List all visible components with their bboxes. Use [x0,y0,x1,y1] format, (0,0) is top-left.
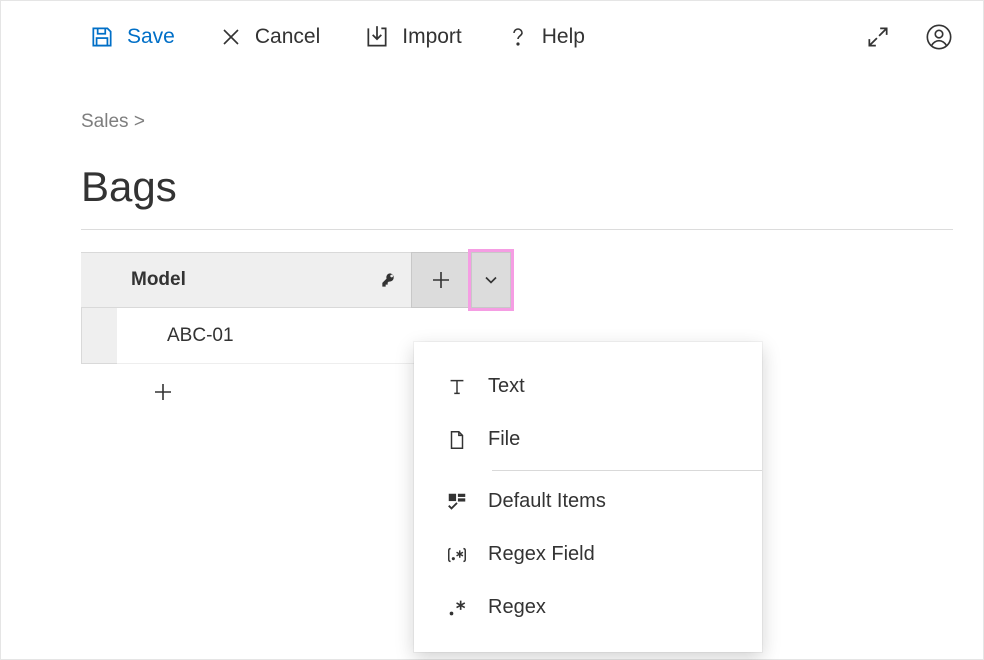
menu-item-label: Regex [488,596,546,619]
menu-item-label: Text [488,375,525,398]
close-icon [219,25,243,49]
column-type-menu: Text File Default Items [414,342,762,652]
user-icon[interactable] [925,23,953,51]
save-label: Save [127,25,175,49]
menu-item-file[interactable]: File [414,413,762,466]
menu-item-label: Regex Field [488,543,595,566]
menu-item-text[interactable]: Text [414,360,762,413]
page-title: Bags [81,163,953,230]
regex-icon [444,597,470,619]
import-label: Import [402,25,462,49]
expand-icon[interactable] [865,24,891,50]
menu-item-label: Default Items [488,490,606,513]
table-cell-model[interactable]: ABC-01 [117,308,447,364]
column-header-label: Model [131,269,186,291]
menu-item-label: File [488,428,520,451]
help-button[interactable]: Help [506,24,585,50]
text-icon [444,376,470,398]
file-icon [444,429,470,451]
save-icon [89,24,115,50]
column-type-dropdown-button[interactable] [471,252,511,308]
import-button[interactable]: Import [364,24,462,50]
menu-item-default-items[interactable]: Default Items [414,475,762,528]
menu-divider [492,470,762,471]
save-button[interactable]: Save [89,24,175,50]
menu-item-regex-field[interactable]: Regex Field [414,528,762,581]
key-icon [381,272,397,288]
help-label: Help [542,25,585,49]
column-header-model[interactable]: Model [81,252,411,308]
table-header-row: Model [81,252,953,308]
row-gutter [81,308,117,364]
cancel-button[interactable]: Cancel [219,25,320,49]
toolbar: Save Cancel Import Help [1,1,983,61]
import-icon [364,24,390,50]
help-icon [506,24,530,50]
cancel-label: Cancel [255,25,320,49]
plus-icon [151,380,175,404]
add-column-button[interactable] [411,252,471,308]
cell-value: ABC-01 [167,325,234,347]
toolbar-right [865,23,953,51]
breadcrumb-parent: Sales [81,111,129,132]
breadcrumb[interactable]: Sales > [81,111,953,133]
default-items-icon [444,491,470,513]
regex-field-icon [444,544,470,566]
menu-item-regex[interactable]: Regex [414,581,762,634]
breadcrumb-separator: > [134,111,145,132]
